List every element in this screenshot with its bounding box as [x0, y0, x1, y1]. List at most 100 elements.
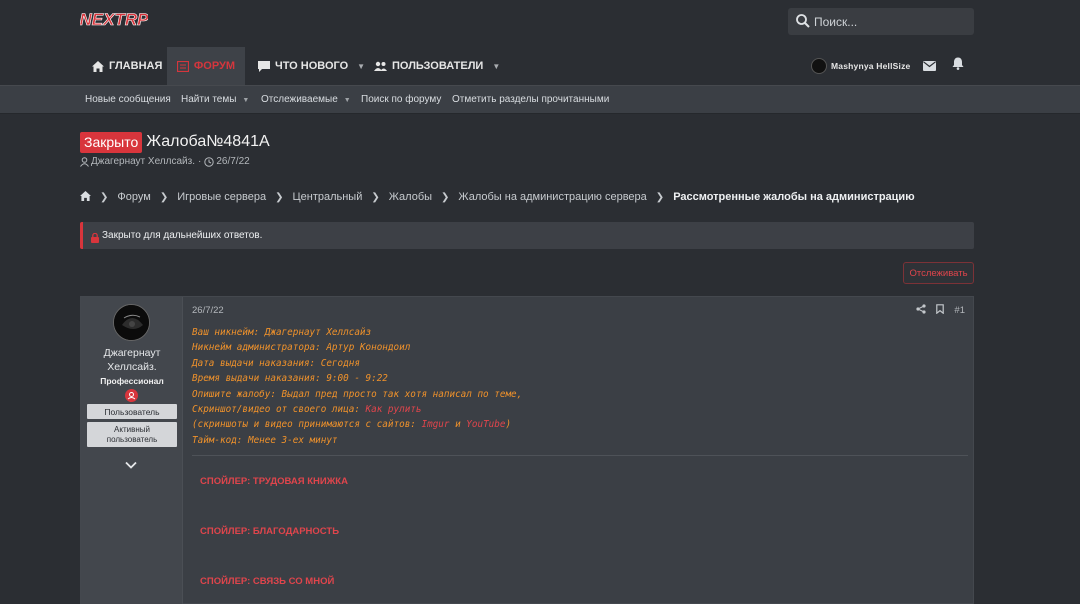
home-icon [92, 60, 104, 72]
message-line: Тайм-код: Менее 3-ех минут [192, 434, 338, 446]
chevron-right-icon: ❯ [275, 191, 284, 203]
users-icon [374, 61, 387, 71]
post-username-line2: Хеллсайз. [107, 361, 157, 373]
breadcrumb-forum[interactable]: Форум [117, 191, 150, 203]
site-logo-text: NEXTRP [80, 10, 148, 29]
search-icon [795, 13, 811, 29]
subnav-find-threads-label: Найти темы [181, 94, 237, 105]
user-banner-active-line2: пользователь [106, 434, 158, 444]
post-number[interactable]: #1 [954, 305, 965, 316]
bookmark-icon[interactable] [936, 304, 945, 317]
top-bar: NEXTRP Поиск... [0, 0, 1080, 46]
message-line: Опишите жалобу: Выдал пред просто так хо… [192, 388, 523, 400]
chevron-down-icon[interactable]: ▼ [492, 62, 500, 71]
message-text: (скриншоты и видео принимаются с сайтов: [192, 419, 422, 431]
nav-whats-new[interactable]: Что нового ▼ [258, 47, 365, 85]
subnav-new-posts[interactable]: Новые сообщения [85, 94, 171, 105]
chevron-down-icon[interactable]: ▼ [357, 62, 365, 71]
comment-icon [258, 60, 270, 72]
sub-nav: Новые сообщения Найти темы ▼ Отслеживаемы… [0, 85, 1080, 114]
clock-icon [204, 156, 215, 167]
main-nav: Главная Форум Что нового ▼ Пользователи … [0, 46, 1080, 85]
post-username-line1: Джагернаут [103, 347, 161, 359]
post: Джагернаут Хеллсайз. Профессионал Пользо… [80, 296, 974, 604]
nav-users[interactable]: Пользователи ▼ [374, 47, 500, 85]
page-title: Жалоба№4841А [146, 133, 270, 150]
post-message: Ваш никнейм: Джагернаут Хеллсайз Никнейм… [192, 325, 522, 448]
subnav-watched[interactable]: Отслеживаемые ▼ [261, 94, 351, 105]
chevron-down-icon[interactable]: ▼ [242, 97, 249, 104]
user-icon [80, 156, 89, 167]
nav-home[interactable]: Главная [92, 47, 162, 85]
message-line: Ваш никнейм: Джагернаут Хеллсайз [192, 327, 372, 338]
chevron-right-icon: ❯ [441, 191, 450, 203]
site-logo-mark: NEXTRP [80, 10, 148, 30]
lock-icon [91, 230, 99, 248]
nav-whats-new-label: Что нового [275, 60, 349, 72]
post-user-panel: Джагернаут Хеллсайз. Профессионал Пользо… [81, 297, 183, 604]
post-actions: #1 [916, 304, 965, 317]
spoiler-button[interactable]: СПОЙЛЕР: БЛАГОДАРНОСТЬ [200, 526, 339, 537]
imgur-link[interactable]: Imgur [422, 419, 450, 430]
account-username: Mashynya HellSize [831, 61, 911, 71]
thread-date[interactable]: 26/7/22 [216, 156, 249, 167]
site-logo[interactable]: NEXTRP [80, 6, 148, 32]
message-text: ) [505, 419, 512, 431]
share-icon[interactable] [916, 304, 927, 317]
user-banner: Пользователь [87, 404, 177, 419]
message-link[interactable]: Как рулить [366, 404, 422, 415]
user-banner-active-line1: Активный [114, 424, 150, 434]
user-award-icon[interactable] [125, 389, 138, 402]
chevron-right-icon: ❯ [371, 191, 380, 203]
breadcrumb-current[interactable]: Рассмотренные жалобы на администрацию [673, 191, 914, 203]
chevron-right-icon: ❯ [100, 191, 109, 203]
closed-notice-text: Закрыто для дальнейших ответов. [102, 230, 263, 241]
post-body: 26/7/22 #1 Ваш никнейм: Джагернаут Хеллс… [184, 297, 973, 604]
chevron-down-icon[interactable]: ▼ [344, 97, 351, 104]
user-title: Профессионал [100, 376, 164, 386]
breadcrumb-complaints[interactable]: Жалобы [389, 191, 432, 203]
post-username[interactable]: Джагернаут Хеллсайз. [81, 346, 183, 374]
subnav-find-threads[interactable]: Найти темы ▼ [181, 94, 249, 105]
chevron-right-icon: ❯ [159, 191, 169, 203]
subnav-watched-label: Отслеживаемые [261, 94, 338, 105]
subnav-search-forum[interactable]: Поиск по форуму [361, 94, 441, 105]
bell-icon[interactable] [952, 57, 964, 75]
nav-forum[interactable]: Форум [167, 47, 245, 85]
user-banner-active: Активный пользователь [87, 422, 177, 447]
spoiler-button[interactable]: СПОЙЛЕР: ТРУДОВАЯ КНИЖКА [200, 476, 348, 487]
post-date[interactable]: 26/7/22 [192, 305, 224, 316]
thread-meta: Джагернаут Хеллсайз. · 26/7/22 [80, 156, 250, 167]
divider [192, 455, 968, 456]
status-badge: Закрыто [80, 131, 143, 153]
forum-icon [176, 60, 189, 72]
message-line: Время выдачи наказания: 9:00 - 9:22 [192, 373, 388, 385]
avatar[interactable] [113, 304, 150, 341]
home-icon[interactable] [80, 190, 91, 204]
follow-button[interactable]: Отслеживать [903, 262, 974, 284]
chevron-right-icon: ❯ [655, 191, 665, 203]
message-text: и [449, 419, 467, 431]
message-line: Дата выдачи наказания: Сегодня [192, 357, 360, 369]
search-box[interactable]: Поиск... [788, 8, 974, 35]
chevron-down-icon[interactable] [125, 456, 137, 474]
message-text: Скриншот/видео от своего лица: [192, 404, 366, 416]
message-line: Никнейм администратора: Артур Конондоил [192, 342, 411, 354]
breadcrumb-admin-complaints[interactable]: Жалобы на администрацию сервера [458, 191, 646, 203]
nav-forum-label: Форум [193, 60, 236, 72]
mail-icon[interactable] [923, 58, 936, 76]
thread-header: Закрыто Жалоба№4841А [80, 131, 270, 153]
closed-notice: Закрыто для дальнейших ответов. [80, 222, 974, 249]
youtube-link[interactable]: YouTube [466, 419, 505, 430]
breadcrumb-central[interactable]: Центральный [292, 191, 362, 203]
subnav-mark-read[interactable]: Отметить разделы прочитанными [452, 94, 609, 105]
spoiler-button[interactable]: СПОЙЛЕР: СВЯЗЬ СО МНОЙ [200, 576, 334, 587]
thread-author[interactable]: Джагернаут Хеллсайз. [91, 156, 195, 167]
nav-home-label: Главная [109, 60, 163, 72]
account-menu[interactable]: Mashynya HellSize [811, 57, 910, 75]
avatar [811, 58, 827, 74]
search-placeholder: Поиск... [814, 15, 858, 29]
message-line: Скриншот/видео от своего лица: Как рулит… [192, 402, 522, 417]
breadcrumb: ❯ Форум ❯ Игровые сервера ❯ Центральный … [80, 190, 915, 204]
breadcrumb-game-servers[interactable]: Игровые сервера [177, 191, 266, 203]
